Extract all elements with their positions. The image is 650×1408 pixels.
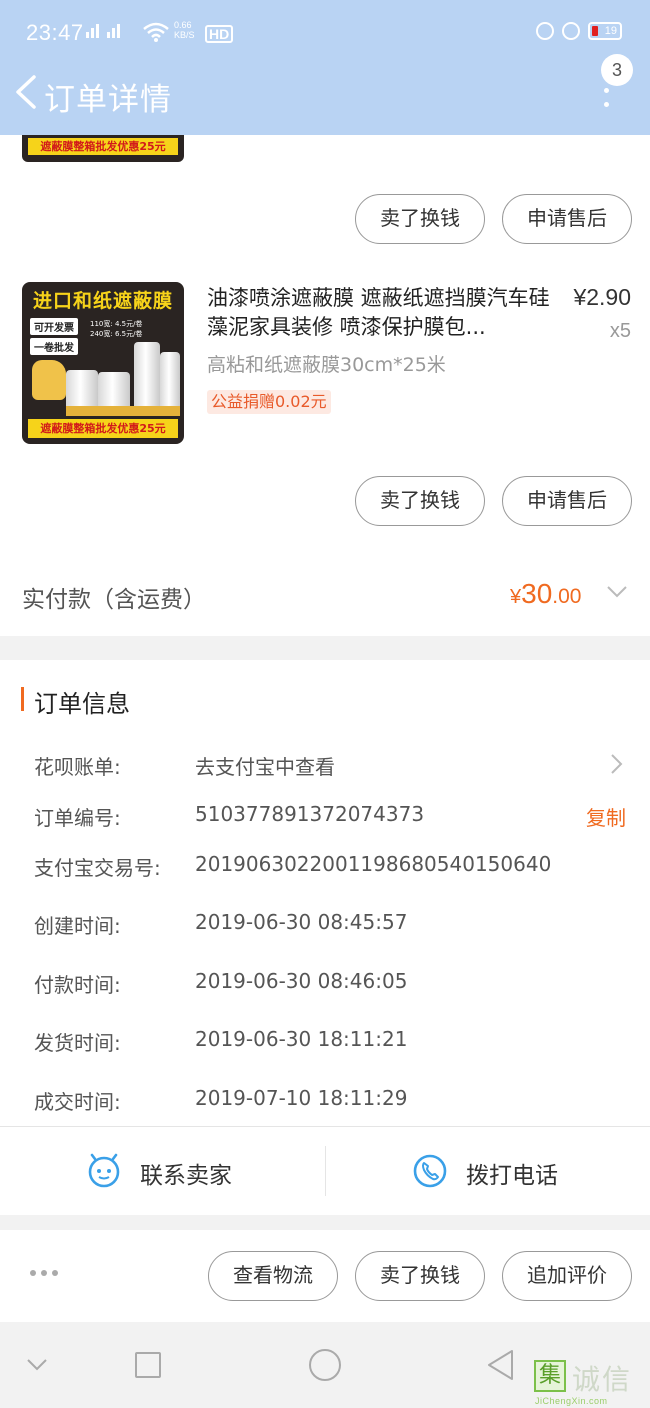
watermark-text: 诚信 <box>572 1363 633 1396</box>
battery-icon: 19 <box>588 22 622 40</box>
divider <box>0 1126 650 1127</box>
contact-seller-button[interactable]: 联系卖家 <box>140 1156 232 1190</box>
watermark-url: JiChengXin.com <box>535 1396 608 1406</box>
thumb-band: 遮蔽膜整箱批发优惠25元 <box>28 419 178 438</box>
page-title: 订单详情 <box>44 82 172 118</box>
hd-icon: HD <box>205 25 234 43</box>
aftersale-button[interactable]: 申请售后 <box>502 476 632 526</box>
home-icon[interactable] <box>309 1349 341 1381</box>
huabei-label: 花呗账单: <box>34 755 121 779</box>
prev-sell-button[interactable]: 卖了换钱 <box>355 194 485 244</box>
add-review-button[interactable]: 追加评价 <box>502 1251 632 1301</box>
product-title[interactable]: 油漆喷涂遮蔽膜 遮蔽纸遮挡膜汽车硅藻泥家具装修 喷漆保护膜包... <box>207 284 552 342</box>
thumb-tag-wholesale: 一卷批发 <box>30 338 78 355</box>
created-time-value: 2019-06-30 08:45:57 <box>195 910 408 934</box>
net-speed-value: 0.66 <box>174 20 192 30</box>
tape-edge <box>66 406 180 416</box>
currency-symbol: ¥ <box>510 586 522 608</box>
tape-roll <box>134 342 160 416</box>
shipped-time-value: 2019-06-30 18:11:21 <box>195 1027 408 1051</box>
more-actions-icon[interactable] <box>30 1268 60 1278</box>
nav-collapse-icon[interactable] <box>25 1357 49 1373</box>
shipped-time-label: 发货时间: <box>34 1031 121 1055</box>
copy-button[interactable]: 复制 <box>586 802 626 831</box>
payment-amount: ¥30.00 <box>510 578 581 610</box>
payment-label: 实付款（含运费） <box>22 587 206 613</box>
product-thumbnail[interactable]: 进口和纸遮蔽膜 可开发票 一卷批发 110宽: 4.5元/卷 240宽: 6.5… <box>22 282 184 444</box>
divider <box>325 1146 326 1196</box>
wifi-icon <box>143 22 169 42</box>
order-info-title: 订单信息 <box>34 690 130 718</box>
call-button[interactable]: 拨打电话 <box>466 1156 558 1190</box>
watermark-logo: 集 诚信 JiChengXin.com <box>532 1356 650 1408</box>
created-time-label: 创建时间: <box>34 914 121 938</box>
thumb-price-1: 110宽: 4.5元/卷 <box>90 320 143 328</box>
back-icon[interactable] <box>486 1349 516 1381</box>
alipay-txn-value: 2019063022001198680540150640 <box>195 852 552 876</box>
net-speed-unit: KB/S <box>174 30 195 40</box>
view-logistics-button[interactable]: 查看物流 <box>208 1251 338 1301</box>
section-accent-bar <box>21 687 24 711</box>
prev-thumb-band: 遮蔽膜整箱批发优惠25元 <box>28 138 178 155</box>
chevron-right-icon[interactable] <box>609 753 623 775</box>
deal-time-value: 2019-07-10 18:11:29 <box>195 1086 408 1110</box>
phone-icon[interactable] <box>412 1153 448 1189</box>
status-bar: 23:47 0.66 KB/S HD 19 <box>0 0 650 66</box>
more-menu-icon[interactable] <box>596 82 616 112</box>
watermark-box: 集 <box>534 1360 566 1392</box>
thumb-tag-invoice: 可开发票 <box>30 318 78 335</box>
chevron-down-icon[interactable] <box>606 584 628 600</box>
signal-icon <box>86 24 120 38</box>
app-header: 23:47 0.66 KB/S HD 19 订单详情 3 <box>0 0 650 135</box>
alipay-txn-label: 支付宝交易号: <box>34 856 161 880</box>
deal-time-label: 成交时间: <box>34 1090 121 1114</box>
product-quantity: x5 <box>609 320 631 342</box>
thumb-headline: 进口和纸遮蔽膜 <box>32 290 173 312</box>
alarm-icon <box>562 22 580 40</box>
amount-decimal: .00 <box>552 585 582 608</box>
thumbs-up-icon <box>32 360 66 400</box>
message-badge[interactable]: 3 <box>601 54 633 86</box>
lock-icon <box>536 22 554 40</box>
prev-aftersale-button[interactable]: 申请售后 <box>502 194 632 244</box>
back-arrow-icon[interactable] <box>12 74 42 110</box>
amount-integer: 30 <box>521 578 553 609</box>
thumb-price-2: 240宽: 6.5元/卷 <box>90 330 143 338</box>
product-sku: 高粘和纸遮蔽膜30cm*25米 <box>207 354 446 376</box>
sell-button[interactable]: 卖了换钱 <box>355 476 485 526</box>
chat-bubble-icon[interactable] <box>86 1153 122 1189</box>
huabei-value[interactable]: 去支付宝中查看 <box>195 751 335 780</box>
recent-apps-icon[interactable] <box>135 1352 161 1378</box>
net-speed: 0.66 KB/S <box>174 20 195 40</box>
paid-time-label: 付款时间: <box>34 973 121 997</box>
battery-level: 19 <box>604 25 617 37</box>
product-price: ¥2.90 <box>573 284 631 310</box>
order-number-label: 订单编号: <box>34 806 121 830</box>
order-number-value: 510377891372074373 <box>195 802 425 826</box>
prev-product-thumbnail[interactable]: 遮蔽膜整箱批发优惠25元 <box>22 135 184 162</box>
paid-time-value: 2019-06-30 08:46:05 <box>195 969 408 993</box>
status-right-icons: 19 <box>536 22 622 40</box>
donation-badge: 公益捐赠0.02元 <box>207 390 331 414</box>
status-time: 23:47 <box>26 20 84 45</box>
sell-again-button[interactable]: 卖了换钱 <box>355 1251 485 1301</box>
